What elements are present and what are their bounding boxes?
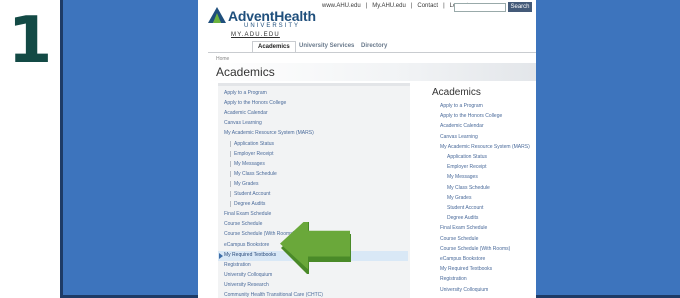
sidebar-item[interactable]: eCampus Bookstore [224, 242, 269, 248]
sidebar-item[interactable]: University Colloquium [224, 272, 272, 278]
sidebar-item[interactable]: Student Account [230, 191, 270, 197]
top-links: www.AHU.edu|My.AHU.edu|Contact|Logout [322, 3, 473, 9]
selected-item-marker [219, 253, 223, 259]
content-link[interactable]: Course Schedule (With Rooms) [440, 246, 510, 252]
separator: | [410, 3, 413, 9]
separator: | [365, 3, 368, 9]
sidebar-item[interactable]: Apply to the Honors College [224, 100, 286, 106]
breadcrumb[interactable]: Home [216, 56, 229, 62]
content-link[interactable]: My Messages [447, 174, 478, 180]
tab-university-services[interactable]: University Services [294, 41, 359, 51]
content-link[interactable]: Course Schedule [440, 236, 478, 242]
content-link[interactable]: Final Exam Schedule [440, 225, 487, 231]
content-link[interactable]: Degree Audits [447, 215, 478, 221]
content-link[interactable]: My Required Textbooks [440, 266, 492, 272]
content-link[interactable]: University Colloquium [440, 287, 488, 293]
content-link[interactable]: eCampus Bookstore [440, 256, 485, 262]
content-link[interactable]: Employer Receipt [447, 164, 486, 170]
content-link[interactable]: Canvas Learning [440, 134, 478, 140]
sidebar-item[interactable]: University Research [224, 282, 269, 288]
frame-border-left [60, 0, 63, 298]
sidebar-item[interactable]: My Messages [230, 160, 265, 167]
content-link[interactable]: Apply to the Honors College [440, 113, 502, 119]
sidebar-item[interactable]: Community Health Transitional Care (CHTC… [224, 292, 323, 298]
sidebar-item[interactable]: Registration [224, 262, 251, 268]
sidebar-item[interactable]: Canvas Learning [224, 120, 262, 126]
tab-directory[interactable]: Directory [356, 41, 392, 51]
adventhealth-logo-icon [208, 7, 226, 23]
page-title-bar: Academics [208, 63, 536, 81]
sidebar-item[interactable]: Apply to a Program [224, 90, 267, 96]
top-link-ahu[interactable]: www.AHU.edu [322, 3, 361, 9]
brand-subtitle: UNIVERSITY [244, 23, 301, 29]
content-link[interactable]: Apply to a Program [440, 103, 483, 109]
green-pointer-arrow-icon [280, 222, 351, 274]
sidebar-item[interactable]: My Required Textbooks [224, 252, 276, 258]
sidebar-item[interactable]: Degree Audits [230, 201, 265, 208]
content-link[interactable]: Academic Calendar [440, 123, 484, 129]
sidebar-item[interactable]: Employer Receipt [230, 150, 273, 157]
tab-academics[interactable]: Academics [252, 41, 296, 52]
sidebar-item[interactable]: My Class Schedule [230, 170, 277, 177]
separator: | [443, 3, 445, 9]
content-link[interactable]: Registration [440, 276, 467, 282]
sidebar-item[interactable]: Application Status [230, 140, 274, 147]
sidebar-item[interactable]: Academic Calendar [224, 110, 268, 116]
sidebar-item[interactable]: Final Exam Schedule [224, 211, 271, 217]
content-title: Academics [432, 87, 481, 98]
content-link[interactable]: Student Account [447, 205, 483, 211]
main-nav: Academics University Services Directory [208, 40, 536, 53]
top-link-myahu[interactable]: My.AHU.edu [372, 3, 406, 9]
content-link[interactable]: Application Status [447, 154, 487, 160]
brand-name: AdventHealth [228, 8, 316, 24]
top-link-contact[interactable]: Contact [417, 3, 438, 9]
page-title: Academics [216, 65, 275, 79]
search-input[interactable] [454, 3, 506, 12]
content-link[interactable]: My Class Schedule [447, 185, 490, 191]
brand-url[interactable]: MY.ADU.EDU [231, 32, 280, 38]
content-link[interactable]: My Grades [447, 195, 471, 201]
sidebar-item[interactable]: My Academic Resource System (MARS) [224, 130, 314, 136]
sidebar-item[interactable]: My Grades [230, 180, 258, 187]
search-button[interactable]: Search [508, 2, 532, 12]
step-number: 1 [7, 4, 53, 78]
content-link[interactable]: My Academic Resource System (MARS) [440, 144, 530, 150]
sidebar-item[interactable]: Course Schedule [224, 221, 262, 227]
